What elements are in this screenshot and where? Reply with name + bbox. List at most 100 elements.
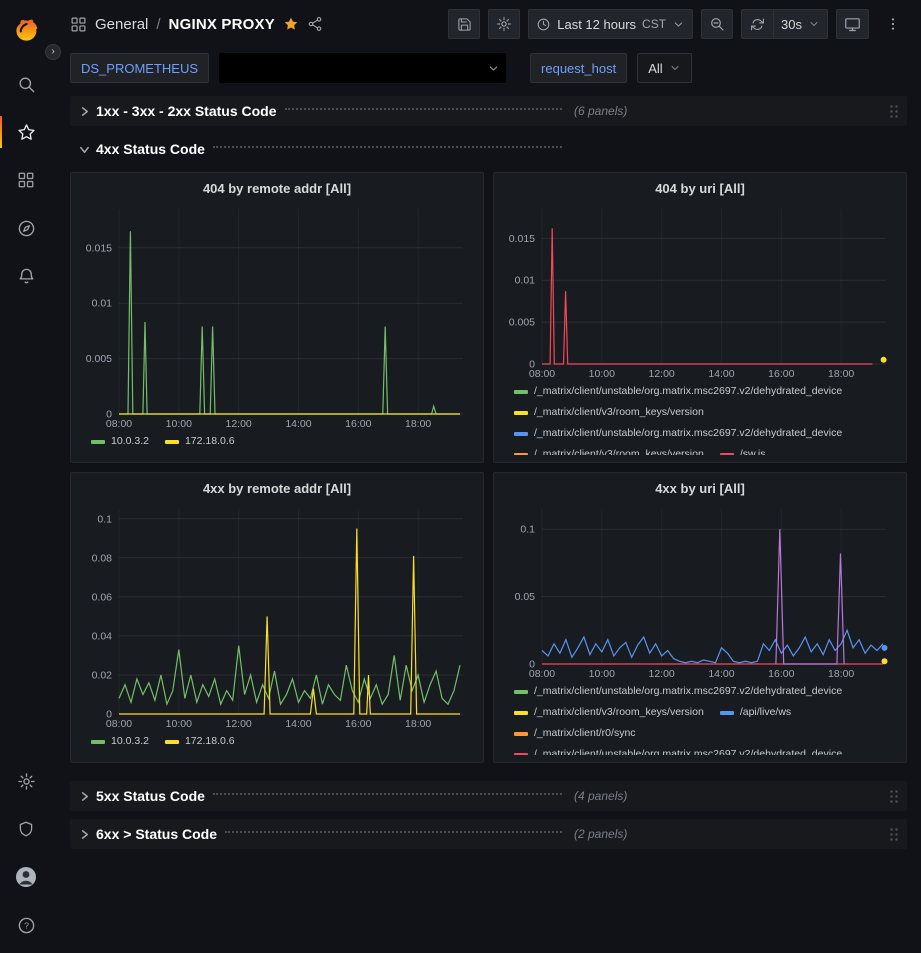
- time-range-picker[interactable]: Last 12 hours CST: [528, 9, 693, 39]
- row-header-6xx[interactable]: 6xx > Status Code (2 panels): [70, 819, 907, 849]
- legend-item[interactable]: 10.0.3.2: [91, 431, 149, 452]
- row-drag-handle[interactable]: [889, 104, 899, 119]
- legend-item[interactable]: /_matrix/client/unstable/org.matrix.msc2…: [514, 423, 842, 444]
- refresh-button[interactable]: [741, 9, 773, 39]
- svg-text:16:00: 16:00: [345, 718, 371, 730]
- breadcrumb: General / NGINX PROXY: [95, 16, 275, 33]
- more-options-button[interactable]: [877, 9, 909, 39]
- save-dashboard-button[interactable]: [448, 9, 480, 39]
- help-icon: ?: [17, 916, 36, 935]
- chevron-down-icon: [487, 62, 500, 75]
- legend-item[interactable]: 172.18.0.6: [165, 431, 235, 452]
- legend-series-label: 10.0.3.2: [111, 431, 149, 452]
- dashboards-grid-icon: [70, 16, 87, 33]
- shield-icon: [17, 820, 35, 838]
- zoom-out-time-button[interactable]: [701, 9, 733, 39]
- legend-item[interactable]: 10.0.3.2: [91, 731, 149, 752]
- legend-item[interactable]: /_matrix/client/v3/room_keys/version: [514, 702, 704, 723]
- legend-item[interactable]: /_matrix/client/unstable/org.matrix.msc2…: [514, 681, 842, 702]
- chevron-down-icon: [672, 18, 685, 31]
- legend-series-marker: [720, 711, 734, 715]
- dashboard-title[interactable]: NGINX PROXY: [169, 16, 275, 33]
- panel-title[interactable]: 4xx by uri [All]: [502, 477, 898, 499]
- legend-item[interactable]: /_matrix/client/unstable/org.matrix.msc2…: [514, 744, 842, 755]
- sidebar-item-explore[interactable]: [0, 204, 52, 252]
- timeseries-chart[interactable]: 08:0010:0012:0014:0016:0018:0000.050.1: [502, 499, 898, 681]
- share-icon[interactable]: [307, 16, 323, 32]
- panel-legend: 10.0.3.2 172.18.0.6: [79, 731, 475, 755]
- timeseries-chart[interactable]: 08:0010:0012:0014:0016:0018:0000.0050.01…: [79, 199, 475, 431]
- row-title-group: 4xx Status Code: [76, 141, 568, 157]
- svg-text:10:00: 10:00: [166, 418, 192, 430]
- variables-submenu: DS_PROMETHEUS request_host All: [52, 48, 921, 88]
- dashboard-settings-button[interactable]: [488, 9, 520, 39]
- svg-text:14:00: 14:00: [708, 668, 734, 680]
- legend-item[interactable]: /_matrix/client/r0/sync: [514, 723, 636, 744]
- row-panel-count: (4 panels): [574, 789, 627, 803]
- row-drag-handle[interactable]: [889, 789, 899, 804]
- legend-item[interactable]: /_matrix/client/v3/room_keys/version: [514, 444, 704, 455]
- request-host-variable-label[interactable]: request_host: [530, 53, 627, 83]
- row-drag-handle[interactable]: [889, 827, 899, 842]
- refresh-interval-dropdown[interactable]: 30s: [773, 9, 828, 39]
- sidebar-item-security[interactable]: [0, 805, 52, 853]
- legend-item[interactable]: /_matrix/client/unstable/org.matrix.msc2…: [514, 381, 842, 402]
- datasource-variable-label[interactable]: DS_PROMETHEUS: [70, 53, 209, 83]
- panel-legend: /_matrix/client/unstable/org.matrix.msc2…: [502, 381, 898, 455]
- legend-series-marker: [514, 690, 528, 694]
- timeseries-chart[interactable]: 08:0010:0012:0014:0016:0018:0000.0050.01…: [502, 199, 898, 381]
- legend-item[interactable]: 172.18.0.6: [165, 731, 235, 752]
- svg-text:10:00: 10:00: [589, 668, 615, 680]
- row-header-4xx[interactable]: 4xx Status Code: [70, 134, 907, 164]
- legend-series-label: /_matrix/client/r0/sync: [534, 723, 636, 744]
- chevron-right-icon: [76, 791, 92, 802]
- svg-text:18:00: 18:00: [405, 718, 431, 730]
- sidebar-item-alerting[interactable]: [0, 252, 52, 300]
- navbar-actions: Last 12 hours CST: [448, 9, 909, 39]
- svg-text:0.005: 0.005: [509, 317, 535, 329]
- legend-series-marker: [514, 453, 528, 456]
- svg-text:0.015: 0.015: [509, 233, 535, 245]
- legend-series-label: /_matrix/client/v3/room_keys/version: [534, 444, 704, 455]
- sidebar-expand-button[interactable]: ›: [45, 44, 61, 60]
- favorite-star-icon[interactable]: [283, 16, 299, 32]
- sidebar-item-profile[interactable]: [0, 853, 52, 901]
- legend-item[interactable]: /sw.js: [720, 444, 766, 455]
- clock-icon: [536, 17, 551, 32]
- panel-title[interactable]: 4xx by remote addr [All]: [79, 477, 475, 499]
- datasource-value-dropdown[interactable]: [219, 53, 506, 83]
- dashboard-canvas: 1xx - 3xx - 2xx Status Code (6 panels) 4…: [52, 88, 921, 953]
- timeseries-chart[interactable]: 08:0010:0012:0014:0016:0018:0000.020.040…: [79, 499, 475, 731]
- breadcrumb-folder[interactable]: General: [95, 16, 148, 33]
- legend-series-marker: [514, 732, 528, 736]
- sidebar-item-search[interactable]: [0, 60, 52, 108]
- panel-title[interactable]: 404 by uri [All]: [502, 177, 898, 199]
- sidebar: ?: [0, 0, 52, 953]
- svg-text:0.1: 0.1: [520, 524, 535, 536]
- svg-text:0: 0: [106, 709, 112, 721]
- svg-text:10:00: 10:00: [589, 368, 615, 380]
- sidebar-item-help[interactable]: ?: [0, 901, 52, 949]
- cycle-view-mode-button[interactable]: [836, 9, 869, 39]
- request-host-value-dropdown[interactable]: All: [637, 53, 691, 83]
- grafana-logo[interactable]: [0, 10, 52, 50]
- svg-text:12:00: 12:00: [226, 718, 252, 730]
- svg-text:0.005: 0.005: [86, 353, 112, 365]
- legend-series-label: 10.0.3.2: [111, 731, 149, 752]
- svg-text:12:00: 12:00: [226, 418, 252, 430]
- refresh-interval-value: 30s: [781, 17, 802, 32]
- sidebar-item-settings[interactable]: [0, 757, 52, 805]
- row-header-5xx[interactable]: 5xx Status Code (4 panels): [70, 781, 907, 811]
- svg-text:?: ?: [24, 920, 29, 930]
- sidebar-item-dashboards[interactable]: [0, 156, 52, 204]
- svg-text:18:00: 18:00: [828, 668, 854, 680]
- row-header-1xx-3xx-2xx[interactable]: 1xx - 3xx - 2xx Status Code (6 panels): [70, 96, 907, 126]
- row-title: 5xx Status Code: [96, 788, 205, 804]
- panel-4xx-by-uri: 4xx by uri [All] 08:0010:0012:0014:0016:…: [493, 472, 907, 763]
- panel-title[interactable]: 404 by remote addr [All]: [79, 177, 475, 199]
- sidebar-item-starred[interactable]: [0, 108, 52, 156]
- legend-item[interactable]: /api/live/ws: [720, 702, 791, 723]
- row-leader-dots: [213, 146, 562, 148]
- legend-item[interactable]: /_matrix/client/v3/room_keys/version: [514, 402, 704, 423]
- star-icon: [17, 123, 36, 142]
